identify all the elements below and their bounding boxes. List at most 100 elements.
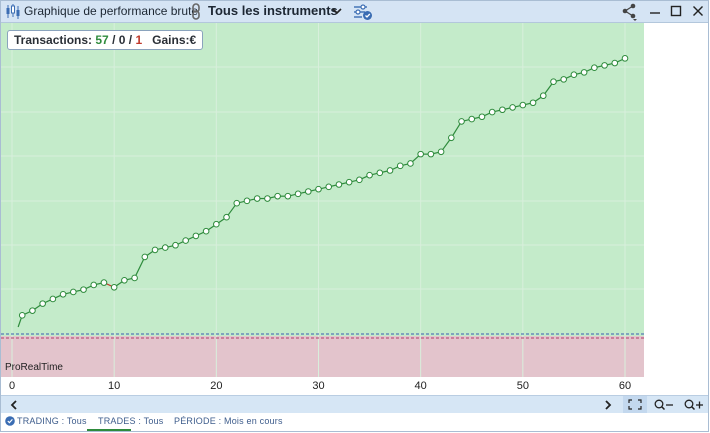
trade-point[interactable] bbox=[437, 148, 445, 156]
trade-point[interactable] bbox=[172, 241, 179, 249]
trading-sep: : bbox=[58, 416, 67, 426]
instrument-selector[interactable]: Tous les instruments bbox=[208, 3, 338, 18]
share-icon[interactable] bbox=[621, 3, 639, 21]
trades-sep: : bbox=[135, 416, 144, 426]
trade-point[interactable] bbox=[396, 162, 404, 170]
trade-point[interactable] bbox=[539, 92, 547, 100]
link-icon[interactable] bbox=[191, 3, 201, 20]
trading-filter[interactable]: TRADING : Tous bbox=[17, 416, 87, 426]
gains-label: Gains: bbox=[152, 33, 190, 47]
gains-value: € bbox=[189, 33, 197, 47]
zoom-out-button[interactable] bbox=[651, 396, 677, 413]
trade-point[interactable] bbox=[100, 279, 108, 286]
brand-watermark: ProRealTime bbox=[5, 362, 63, 373]
trade-point[interactable] bbox=[478, 113, 486, 121]
trade-point[interactable] bbox=[253, 195, 261, 202]
close-button[interactable] bbox=[688, 2, 708, 20]
trade-point[interactable] bbox=[386, 167, 394, 174]
scroll-left-button[interactable] bbox=[3, 396, 25, 413]
trade-point[interactable] bbox=[274, 192, 281, 200]
trade-point[interactable] bbox=[90, 281, 98, 289]
transactions-label: Transactions: bbox=[14, 33, 93, 47]
trade-point[interactable] bbox=[345, 178, 353, 186]
trade-point[interactable] bbox=[110, 283, 118, 291]
trade-point[interactable] bbox=[294, 190, 302, 198]
trade-point[interactable] bbox=[192, 232, 200, 240]
trade-point[interactable] bbox=[131, 274, 138, 282]
trade-point[interactable] bbox=[70, 288, 77, 296]
trade-point[interactable] bbox=[427, 150, 435, 158]
candlestick-icon bbox=[6, 4, 20, 19]
x-tick-label: 40 bbox=[414, 380, 427, 392]
trade-point[interactable] bbox=[59, 290, 67, 298]
title-bar: Graphique de performance brute Tous les … bbox=[1, 1, 708, 23]
trade-point[interactable] bbox=[591, 64, 598, 72]
trade-point[interactable] bbox=[621, 55, 629, 62]
close-icon bbox=[693, 6, 703, 16]
neutral-count: 0 bbox=[118, 33, 126, 47]
trade-point[interactable] bbox=[458, 118, 465, 125]
trade-point[interactable] bbox=[417, 150, 424, 158]
scroll-right-button[interactable] bbox=[597, 396, 619, 413]
zoom-in-icon bbox=[684, 399, 703, 410]
trade-point[interactable] bbox=[376, 169, 384, 177]
trade-point[interactable] bbox=[601, 62, 608, 69]
trading-label: TRADING bbox=[17, 416, 59, 426]
trade-point[interactable] bbox=[233, 199, 241, 207]
trade-point[interactable] bbox=[468, 115, 476, 123]
trade-point[interactable] bbox=[499, 106, 506, 114]
trade-point[interactable] bbox=[18, 312, 26, 319]
trade-point[interactable] bbox=[611, 59, 619, 67]
trade-point[interactable] bbox=[335, 181, 343, 188]
trades-filter[interactable]: TRADES : Tous bbox=[98, 416, 163, 426]
trade-point[interactable] bbox=[366, 171, 373, 179]
period-sep: : bbox=[215, 416, 225, 426]
trade-point[interactable] bbox=[304, 188, 312, 195]
wins-count: 57 bbox=[95, 33, 109, 47]
trade-point[interactable] bbox=[519, 101, 527, 109]
filter-settings-icon[interactable] bbox=[353, 3, 373, 21]
performance-chart bbox=[1, 23, 644, 377]
trade-point[interactable] bbox=[202, 227, 210, 235]
chevron-down-icon[interactable] bbox=[332, 7, 342, 15]
trade-point[interactable] bbox=[529, 99, 537, 107]
trade-point[interactable] bbox=[325, 183, 333, 191]
trade-point[interactable] bbox=[284, 192, 292, 200]
trade-point[interactable] bbox=[488, 108, 496, 116]
trade-point[interactable] bbox=[213, 220, 220, 228]
trade-point[interactable] bbox=[570, 71, 578, 79]
trade-point[interactable] bbox=[448, 134, 455, 142]
trade-point[interactable] bbox=[161, 244, 169, 251]
trade-point[interactable] bbox=[407, 160, 414, 167]
trade-point[interactable] bbox=[141, 253, 149, 261]
separator-2: / bbox=[125, 33, 136, 47]
trade-point[interactable] bbox=[315, 185, 322, 193]
trade-point[interactable] bbox=[121, 276, 128, 284]
trade-point[interactable] bbox=[509, 104, 516, 111]
zoom-in-button[interactable] bbox=[681, 396, 707, 413]
zoom-out-icon bbox=[654, 399, 673, 410]
maximize-button[interactable] bbox=[666, 2, 686, 20]
trade-point[interactable] bbox=[264, 195, 271, 202]
fit-screen-button[interactable] bbox=[623, 396, 647, 413]
transactions-summary: Transactions: 57 / 0 / 1 Gains: € bbox=[7, 30, 204, 50]
trade-point[interactable] bbox=[356, 176, 363, 184]
loss-zone bbox=[1, 336, 644, 377]
trade-point[interactable] bbox=[80, 286, 87, 293]
trade-point[interactable] bbox=[243, 197, 251, 205]
trade-point[interactable] bbox=[39, 300, 46, 307]
minimize-button[interactable] bbox=[645, 2, 665, 20]
trade-point[interactable] bbox=[151, 246, 159, 254]
trade-point[interactable] bbox=[29, 307, 36, 314]
period-label: PÉRIODE bbox=[174, 416, 216, 426]
trade-point[interactable] bbox=[223, 213, 230, 221]
trade-point[interactable] bbox=[49, 295, 57, 303]
period-filter[interactable]: PÉRIODE : Mois en cours bbox=[174, 416, 283, 426]
chart-scrollbar bbox=[1, 395, 708, 413]
trade-point[interactable] bbox=[560, 76, 568, 83]
trade-point[interactable] bbox=[182, 237, 189, 244]
x-tick-label: 0 bbox=[8, 380, 16, 392]
maximize-icon bbox=[670, 5, 682, 17]
trade-point[interactable] bbox=[550, 78, 557, 86]
trade-point[interactable] bbox=[580, 69, 588, 76]
